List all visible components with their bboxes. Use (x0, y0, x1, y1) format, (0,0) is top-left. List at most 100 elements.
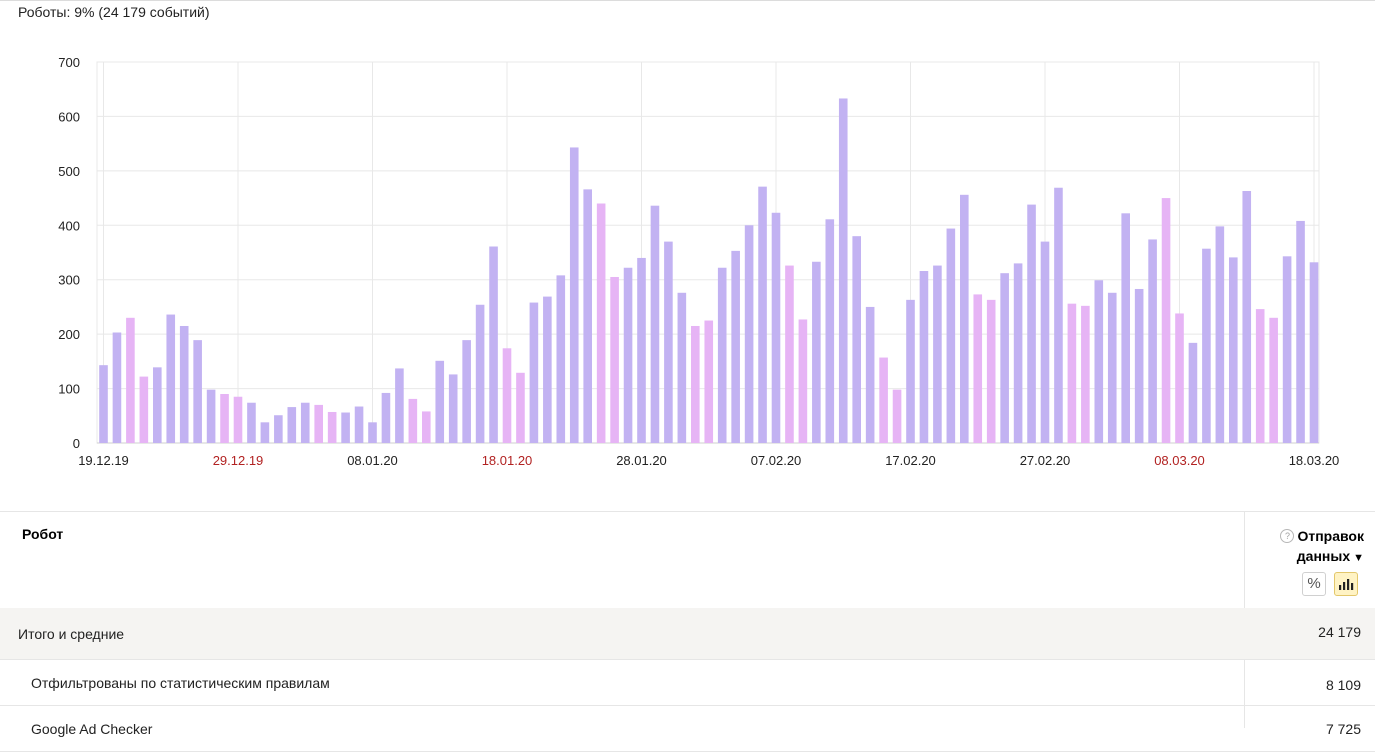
chart-bar[interactable] (704, 320, 714, 443)
chart-bar[interactable] (960, 194, 969, 443)
chart-bar[interactable] (139, 376, 149, 443)
chart-bar[interactable] (408, 398, 418, 443)
chart-bar[interactable] (583, 189, 592, 443)
chart-bar[interactable] (516, 372, 525, 443)
chart-bar[interactable] (906, 299, 915, 443)
chart-bar[interactable] (247, 402, 256, 443)
chart-bar[interactable] (368, 422, 377, 443)
chart-bar[interactable] (1094, 280, 1104, 443)
chart-bar[interactable] (677, 292, 687, 443)
chart-bar[interactable] (1242, 191, 1252, 443)
chart-bar[interactable] (838, 98, 848, 443)
chart-bar[interactable] (1282, 256, 1292, 443)
chart-bar[interactable] (1175, 313, 1184, 443)
chart-bar[interactable] (1067, 303, 1077, 443)
chart-bar[interactable] (691, 325, 700, 443)
table-row[interactable]: Google Ad Checker 7 725 (0, 706, 1375, 752)
chart-bar[interactable] (623, 267, 633, 443)
chart-bar[interactable] (153, 367, 162, 443)
column-header-data-sends[interactable]: ? Отправок данных ▼ (1254, 526, 1364, 568)
chart-bar[interactable] (865, 306, 875, 443)
chart-bar[interactable] (1255, 309, 1265, 443)
chart-bar[interactable] (1027, 204, 1036, 443)
chart-bar[interactable] (462, 340, 471, 443)
chart-bar[interactable] (919, 271, 929, 443)
chart-bar[interactable] (179, 325, 189, 443)
chart-bar[interactable] (731, 250, 740, 443)
chart-bar[interactable] (300, 402, 310, 443)
chart-bar[interactable] (1188, 342, 1198, 443)
chart-bar[interactable] (220, 394, 229, 443)
chart-bar[interactable] (946, 228, 956, 443)
chart-bar[interactable] (475, 304, 485, 443)
chart-bar[interactable] (126, 317, 135, 443)
chart-bar[interactable] (637, 257, 646, 443)
chart-bar[interactable] (395, 368, 404, 443)
chart-bar[interactable] (1040, 241, 1050, 443)
chart-bar[interactable] (986, 299, 996, 443)
chart-bar[interactable] (381, 392, 391, 443)
chart-bar[interactable] (798, 319, 808, 443)
chart-bar[interactable] (664, 241, 673, 443)
chart-bar[interactable] (543, 296, 552, 443)
chart-bar[interactable] (193, 340, 202, 443)
chart-bar[interactable] (354, 406, 364, 443)
chart-bar[interactable] (274, 415, 283, 443)
chart-bar[interactable] (422, 411, 431, 443)
chart-bar[interactable] (448, 374, 458, 443)
chart-bar[interactable] (973, 294, 983, 443)
chart-bar[interactable] (744, 225, 754, 443)
chart-bar[interactable] (812, 261, 821, 443)
chart-bar[interactable] (314, 404, 323, 443)
chart-bar[interactable] (1148, 239, 1157, 443)
chart-bar[interactable] (569, 147, 579, 443)
chart-bar[interactable] (785, 265, 794, 443)
chart-bar[interactable] (758, 186, 767, 443)
chart-bar[interactable] (556, 275, 566, 443)
chart-bar[interactable] (879, 357, 888, 443)
percent-toggle-button[interactable]: % (1302, 572, 1326, 596)
chart-bar[interactable] (233, 396, 243, 443)
chart-bar[interactable] (596, 203, 606, 443)
chart-bar[interactable] (435, 360, 445, 443)
chart-bar[interactable] (1269, 317, 1278, 443)
chart-bar[interactable] (1134, 288, 1144, 443)
chart-bar[interactable] (1081, 305, 1090, 443)
chart-bar[interactable] (327, 411, 337, 443)
chart-bar[interactable] (260, 422, 270, 443)
chart-bar[interactable] (112, 332, 122, 443)
chart-bar[interactable] (1161, 198, 1171, 443)
chart-bar[interactable] (1107, 292, 1117, 443)
chart-bar[interactable] (166, 314, 176, 443)
chart-bar[interactable] (1121, 213, 1130, 443)
chart-bar[interactable] (1054, 187, 1063, 443)
chart-bar[interactable] (825, 219, 835, 443)
chart-bar[interactable] (99, 365, 108, 443)
chart-bar[interactable] (610, 276, 619, 443)
help-icon[interactable]: ? (1280, 529, 1295, 543)
chart-bar[interactable] (1296, 220, 1305, 443)
chart-bar[interactable] (502, 348, 512, 443)
chart-bar[interactable] (529, 302, 539, 443)
chart-bar[interactable] (933, 265, 942, 443)
sort-desc-icon[interactable]: ▼ (1353, 552, 1364, 564)
table-row[interactable]: Отфильтрованы по статистическим правилам… (0, 660, 1375, 706)
chart-bar[interactable] (1215, 226, 1225, 443)
chart-bar[interactable] (1229, 257, 1238, 443)
chart-bar[interactable] (1309, 262, 1319, 443)
chart-bar[interactable] (489, 246, 498, 443)
chart-bar[interactable] (287, 407, 297, 443)
chart-bar[interactable] (852, 236, 861, 443)
chart-bar[interactable] (1202, 248, 1211, 443)
column-header-robot[interactable]: Робот (22, 526, 63, 542)
bar-chart-toggle-button[interactable] (1334, 572, 1358, 596)
chart-bar[interactable] (206, 389, 216, 443)
chart-bar[interactable] (650, 205, 660, 443)
chart-bar[interactable] (717, 267, 727, 443)
chart-bar[interactable] (892, 389, 902, 443)
table-row-total[interactable]: Итого и средние 24 179 (0, 608, 1375, 660)
chart-bar[interactable] (1000, 273, 1009, 443)
chart-bar[interactable] (341, 412, 350, 443)
chart-bar[interactable] (1013, 263, 1023, 443)
chart-bar[interactable] (771, 212, 781, 443)
